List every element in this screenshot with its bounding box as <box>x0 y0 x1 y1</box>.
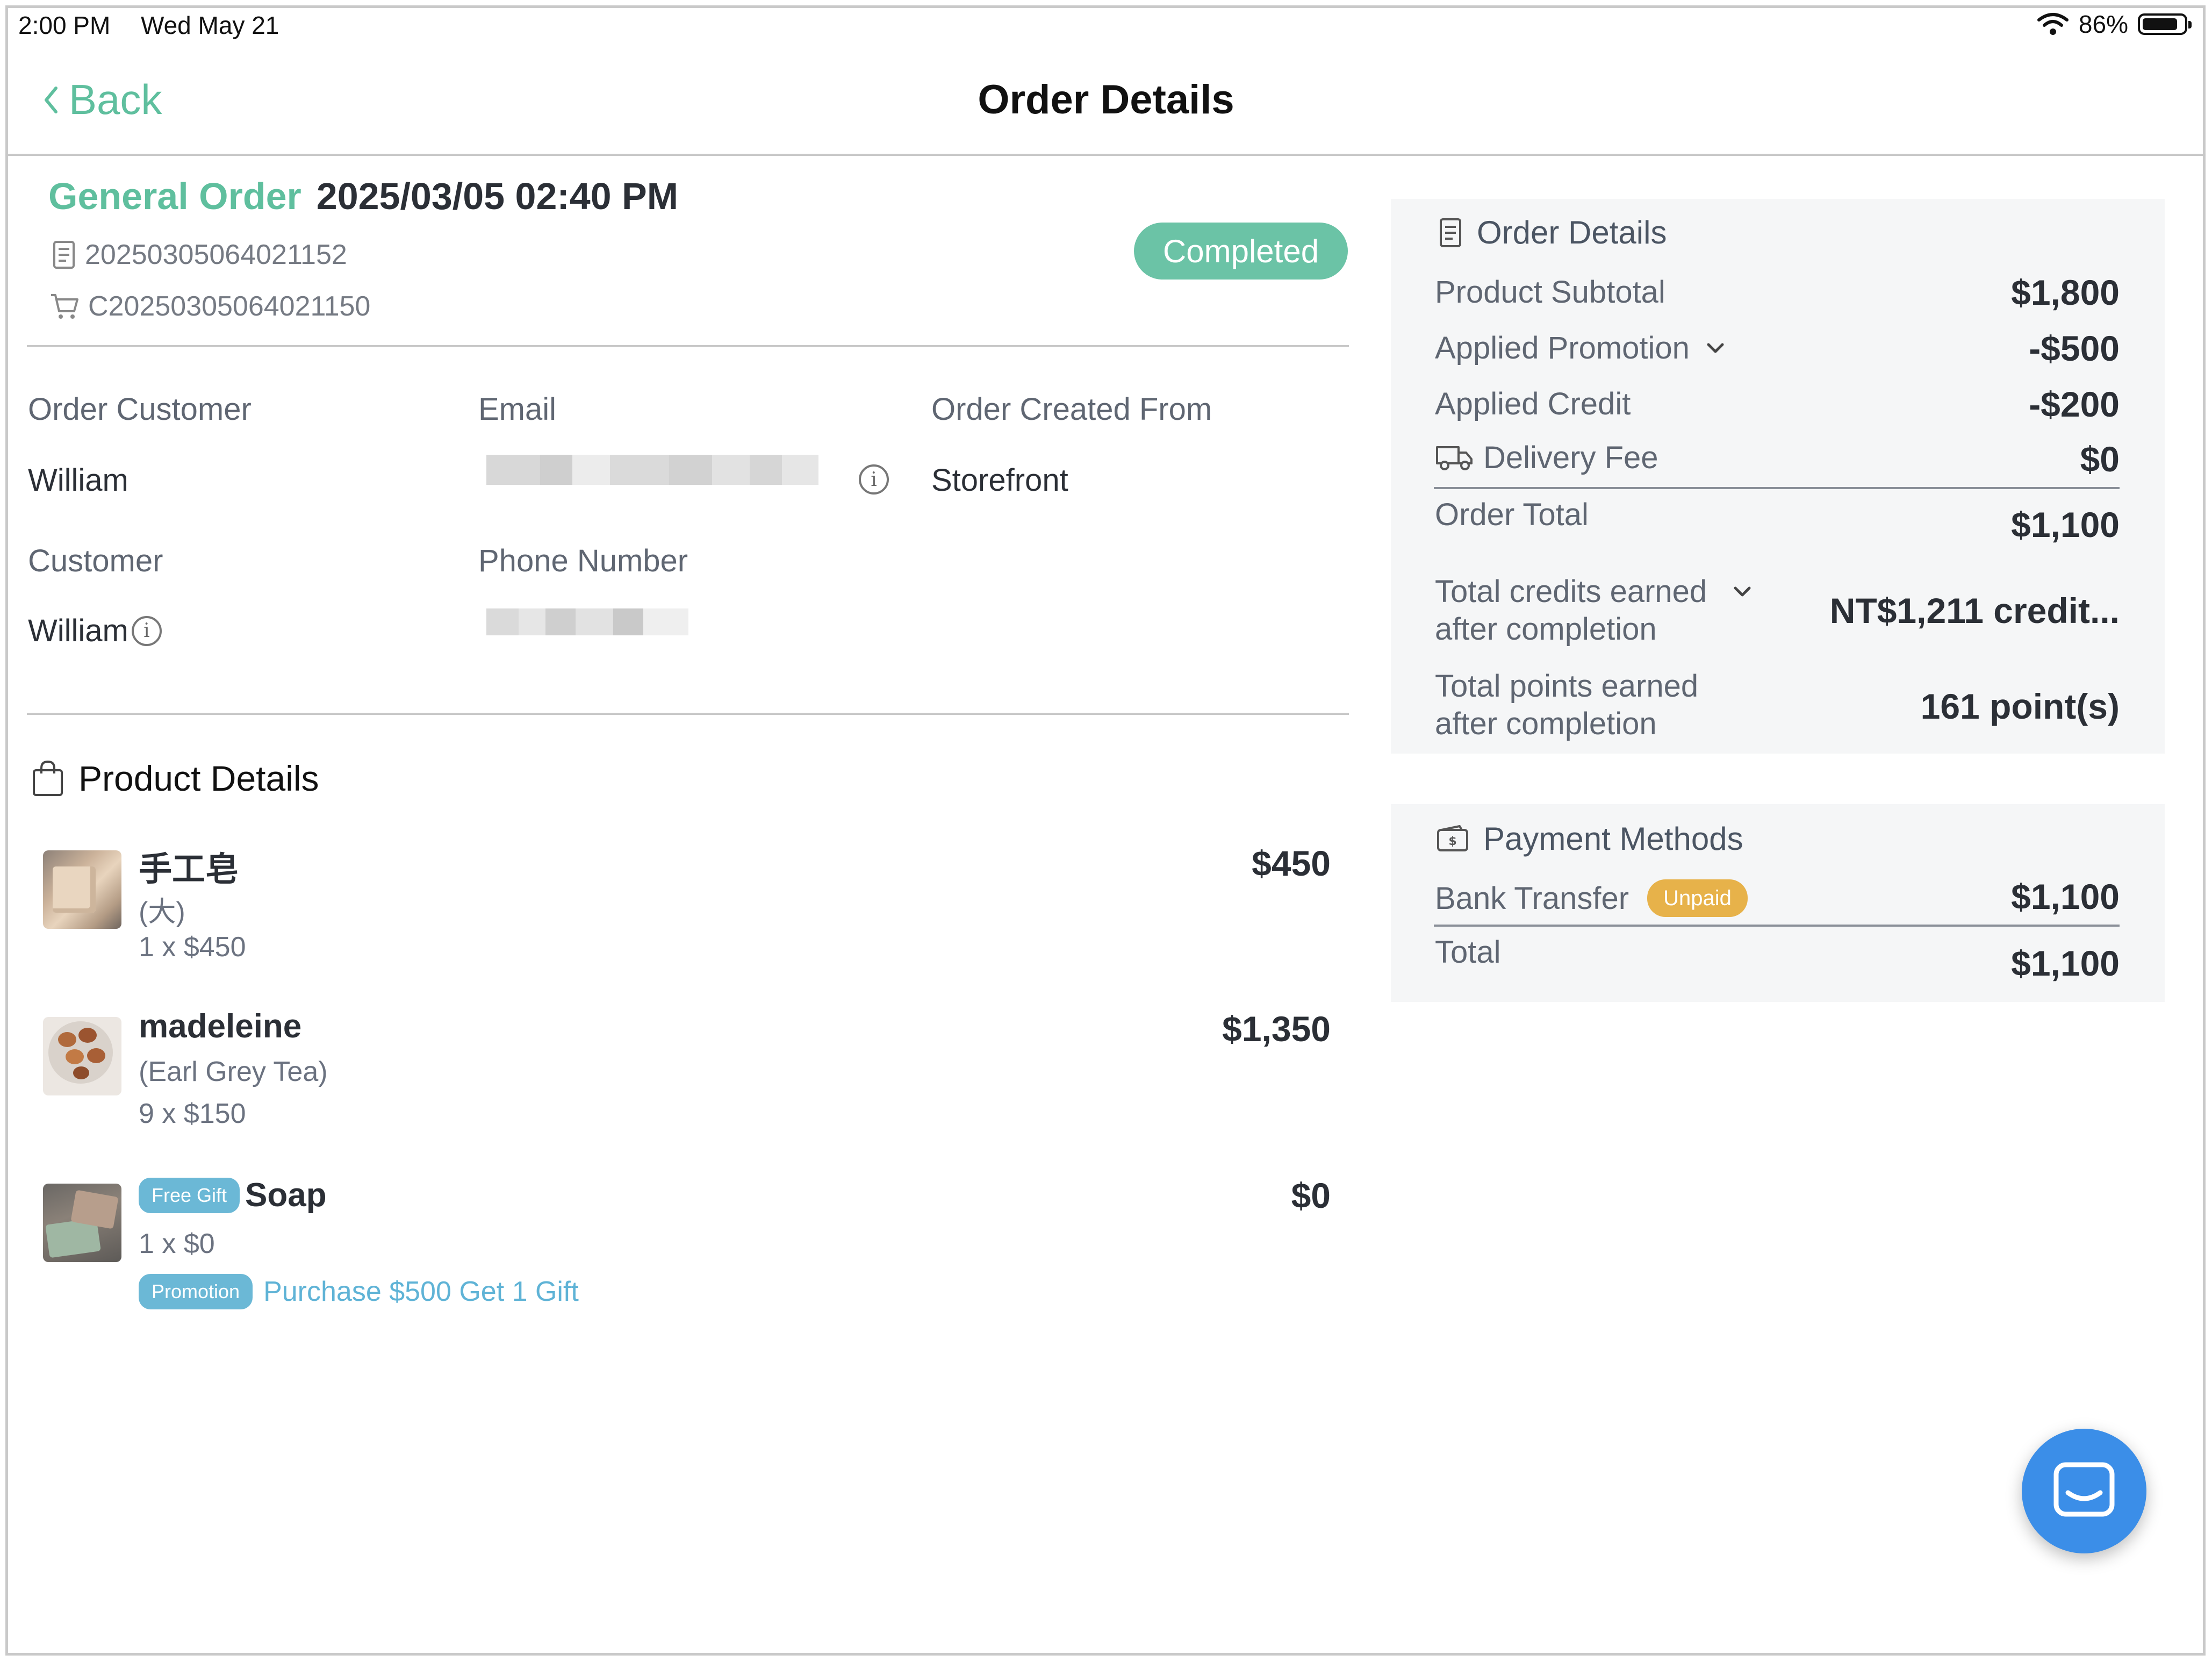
order-total-value: $1,100 <box>2011 505 2120 545</box>
product-image <box>43 1184 121 1262</box>
battery-icon <box>2138 13 2192 35</box>
phone-value-redacted <box>486 608 688 635</box>
gift-product-title: Free Gift Soap <box>139 1176 327 1214</box>
credits-earned-label-line2: after completion <box>1435 612 1657 647</box>
cart-number: C20250305064021150 <box>88 291 371 322</box>
nav-divider <box>5 154 2206 156</box>
promotion-tag: Promotion <box>139 1274 253 1309</box>
order-customer-value: William <box>28 463 128 498</box>
customer-label: Customer <box>28 543 163 578</box>
product-image <box>43 1017 121 1095</box>
divider <box>27 713 1349 715</box>
chevron-down-icon <box>1707 343 1724 353</box>
order-total-label: Order Total <box>1435 497 1589 532</box>
payment-total-value: $1,100 <box>2011 943 2120 983</box>
battery-percent: 86% <box>2078 10 2128 38</box>
cart-number-row: C20250305064021150 <box>49 290 370 323</box>
payment-total-label: Total <box>1435 935 1501 970</box>
receipt-icon <box>1440 218 1461 247</box>
status-time: 2:00 PM <box>18 11 111 39</box>
product-variant: (大) <box>139 897 185 928</box>
promotion-link[interactable]: Purchase $500 Get 1 Gift <box>263 1276 579 1308</box>
email-value-redacted <box>486 455 818 485</box>
product-price: $450 <box>1252 843 1331 883</box>
wifi-icon <box>2037 13 2069 35</box>
points-earned-value: 161 point(s) <box>1920 686 2120 726</box>
phone-label: Phone Number <box>478 543 688 578</box>
payment-method: Bank Transfer <box>1435 880 1629 916</box>
promotion-row: Promotion Purchase $500 Get 1 Gift <box>139 1274 579 1309</box>
order-datetime: 2025/03/05 02:40 PM <box>316 175 679 217</box>
delivery-value: $0 <box>2080 439 2120 479</box>
product-name: Soap <box>245 1177 327 1214</box>
order-header: General Order 2025/03/05 02:40 PM <box>48 175 678 218</box>
summary-divider <box>1434 487 2120 489</box>
product-details-header: Product Details <box>31 758 319 799</box>
delivery-label: Delivery Fee <box>1483 440 1658 475</box>
payment-header: $ Payment Methods <box>1436 820 1743 857</box>
chat-button[interactable] <box>2022 1429 2146 1553</box>
credits-earned-label[interactable]: Total credits earned after completion <box>1435 573 1752 648</box>
payment-method-amount: $1,100 <box>2011 877 2120 916</box>
subtotal-label: Product Subtotal <box>1435 275 1665 310</box>
customer-info-icon[interactable]: i <box>131 615 162 646</box>
order-customer-label: Order Customer <box>28 392 252 427</box>
receipt-icon <box>53 241 75 269</box>
product-qty: 9 x $150 <box>139 1098 246 1129</box>
order-summary-header: Order Details <box>1438 214 1667 251</box>
shopping-bag-icon <box>33 760 63 796</box>
order-number: 20250305064021152 <box>85 239 347 270</box>
order-type: General Order <box>48 175 301 217</box>
divider <box>27 345 1349 347</box>
status-date: Wed May 21 <box>141 11 279 39</box>
product-price: $1,350 <box>1222 1009 1331 1049</box>
payment-status-badge: Unpaid <box>1647 879 1748 917</box>
wallet-icon: $ <box>1437 825 1468 851</box>
status-badge: Completed <box>1134 223 1348 280</box>
payment-method-row: Bank Transfer Unpaid <box>1435 879 1748 917</box>
email-info-icon[interactable]: i <box>859 464 889 495</box>
promotion-value: -$500 <box>2029 328 2120 368</box>
created-from-label: Order Created From <box>931 392 1212 427</box>
delivery-truck-icon <box>1436 446 1473 470</box>
product-name: 手工皂 <box>139 849 239 889</box>
credit-label: Applied Credit <box>1435 386 1631 421</box>
subtotal-value: $1,800 <box>2011 273 2120 312</box>
points-earned-label: Total points earned after completion <box>1435 668 1698 743</box>
product-qty: 1 x $450 <box>139 932 246 963</box>
customer-row: William i <box>28 613 162 649</box>
product-details-title: Product Details <box>78 758 319 798</box>
product-qty: 1 x $0 <box>139 1228 215 1259</box>
email-label: Email <box>478 392 557 427</box>
product-price: $0 <box>1291 1176 1331 1215</box>
points-earned-label-line1: Total points earned <box>1435 669 1699 704</box>
order-summary-title: Order Details <box>1477 214 1667 250</box>
chat-icon <box>2053 1462 2115 1517</box>
svg-text:$: $ <box>1448 835 1456 848</box>
order-number-row: 20250305064021152 <box>52 239 347 271</box>
status-indicators: 86% <box>2037 10 2192 39</box>
page-title: Order Details <box>978 77 1234 123</box>
payment-divider <box>1434 925 2120 927</box>
cart-icon <box>51 294 78 319</box>
customer-value: William <box>28 613 128 648</box>
delivery-row: Delivery Fee <box>1435 440 1658 476</box>
free-gift-tag: Free Gift <box>139 1177 240 1213</box>
product-name: madeleine <box>139 1008 302 1045</box>
credit-value: -$200 <box>2029 384 2120 424</box>
credits-earned-value: NT$1,211 credit... <box>1829 591 2120 631</box>
product-image <box>43 850 121 929</box>
created-from-value: Storefront <box>931 463 1068 498</box>
promotion-toggle[interactable]: Applied Promotion <box>1435 330 1725 366</box>
points-earned-label-line2: after completion <box>1435 706 1657 741</box>
payment-title: Payment Methods <box>1483 821 1743 857</box>
credits-earned-label-line1: Total credits earned <box>1435 574 1707 609</box>
product-variant: (Earl Grey Tea) <box>139 1056 328 1087</box>
chevron-down-icon <box>1734 586 1751 597</box>
promotion-label: Applied Promotion <box>1435 331 1690 366</box>
